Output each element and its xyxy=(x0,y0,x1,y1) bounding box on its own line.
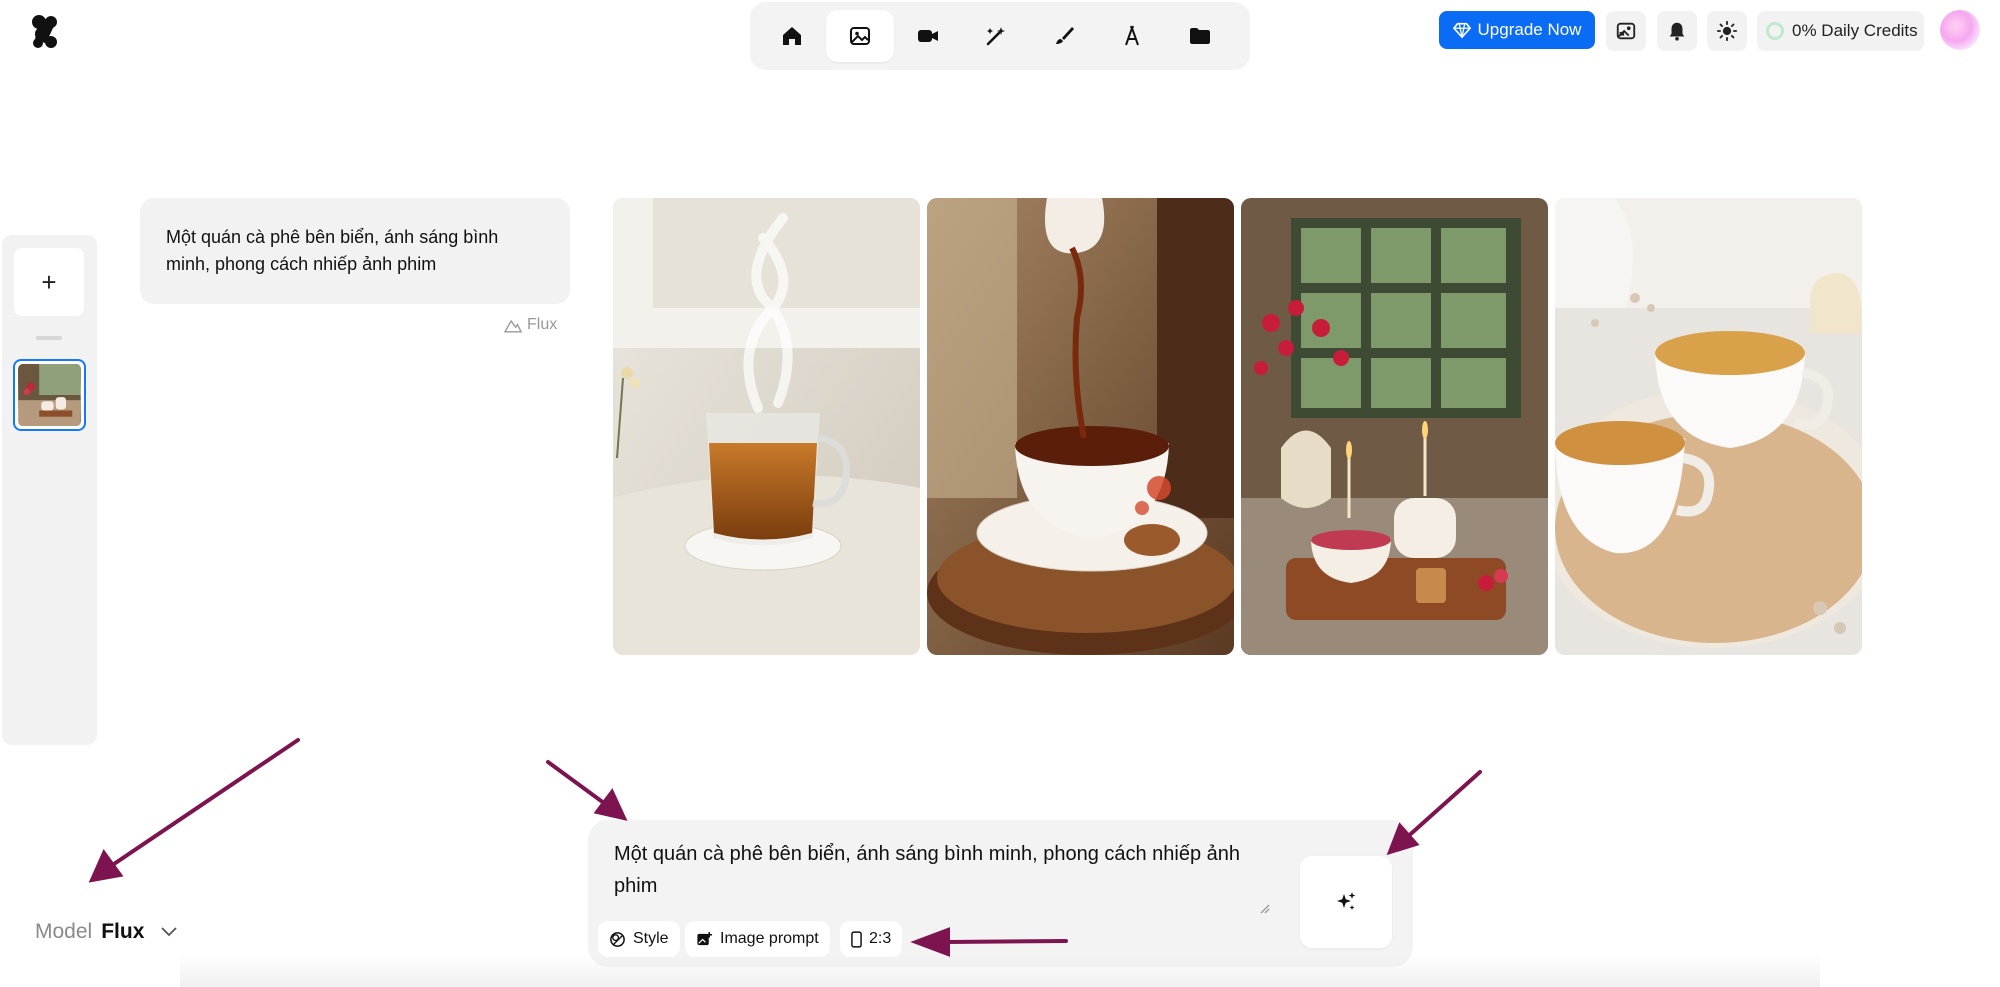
model-selector[interactable]: Model Flux xyxy=(35,920,178,944)
arrow-to-composer xyxy=(546,760,628,821)
arrow-to-model xyxy=(88,738,300,883)
main-navigation xyxy=(750,2,1250,70)
nav-magic[interactable] xyxy=(962,10,1030,62)
chevron-down-icon xyxy=(161,927,178,937)
app-logo[interactable] xyxy=(30,14,60,48)
nav-font[interactable] xyxy=(1098,10,1166,62)
history-thumbnail[interactable] xyxy=(13,359,86,431)
sidebar-divider xyxy=(36,336,62,340)
upgrade-button[interactable]: Upgrade Now xyxy=(1439,11,1595,49)
model-value: Flux xyxy=(101,920,145,943)
generated-image-3[interactable] xyxy=(1241,198,1548,655)
theme-toggle[interactable] xyxy=(1707,11,1747,51)
generate-button[interactable] xyxy=(1300,856,1392,948)
generated-image-1[interactable] xyxy=(613,198,920,655)
upgrade-label: Upgrade Now xyxy=(1477,20,1582,39)
nav-home[interactable] xyxy=(758,10,826,62)
image-prompt-label: Image prompt xyxy=(720,930,819,947)
folder-icon xyxy=(1190,28,1210,44)
mountain-icon xyxy=(504,319,522,332)
diamond-icon xyxy=(1452,22,1471,39)
bell-icon xyxy=(1669,22,1685,41)
model-tag: Flux xyxy=(504,316,557,334)
aspect-ratio-button[interactable]: 2:3 xyxy=(840,921,903,957)
plus-icon: + xyxy=(41,266,57,297)
phone-portrait-icon xyxy=(851,930,862,948)
credits-label: 0% Daily Credits xyxy=(1792,21,1918,40)
generated-image-4[interactable] xyxy=(1555,198,1862,655)
nav-video[interactable] xyxy=(894,10,962,62)
credits-progress-icon xyxy=(1766,22,1784,40)
nav-folder[interactable] xyxy=(1166,10,1234,62)
aspect-ratio-label: 2:3 xyxy=(869,930,892,947)
sparkles-icon xyxy=(1337,892,1356,910)
style-button[interactable]: Style xyxy=(598,921,680,957)
image-prompt-button[interactable]: Image prompt xyxy=(685,921,830,957)
resize-handle-icon[interactable] xyxy=(1258,902,1270,914)
user-avatar[interactable] xyxy=(1940,10,1980,50)
home-icon xyxy=(783,27,801,45)
daily-credits[interactable]: 0% Daily Credits xyxy=(1757,11,1924,51)
gallery-icon xyxy=(1616,22,1636,40)
sun-icon xyxy=(1716,20,1738,42)
image-add-icon xyxy=(697,931,713,945)
nav-image[interactable] xyxy=(826,10,894,62)
brush-icon xyxy=(1056,27,1074,44)
gallery-button[interactable] xyxy=(1606,11,1646,51)
prompt-input[interactable] xyxy=(614,838,1274,908)
notifications-button[interactable] xyxy=(1657,11,1697,51)
image-icon xyxy=(850,27,870,45)
model-tag-label: Flux xyxy=(527,316,558,333)
history-prompt: Một quán cà phê bên biển, ánh sáng bình … xyxy=(140,198,570,304)
style-label: Style xyxy=(633,930,669,947)
generated-image-2[interactable] xyxy=(927,198,1234,655)
new-generation-button[interactable]: + xyxy=(14,248,84,316)
thumbnail-image xyxy=(18,364,81,426)
magic-wand-icon xyxy=(986,27,1005,46)
video-icon xyxy=(918,30,938,42)
nav-edit[interactable] xyxy=(1030,10,1098,62)
font-icon xyxy=(1125,24,1139,46)
style-icon xyxy=(610,931,625,947)
bottom-shadow xyxy=(180,955,1820,987)
model-label: Model xyxy=(35,920,93,943)
